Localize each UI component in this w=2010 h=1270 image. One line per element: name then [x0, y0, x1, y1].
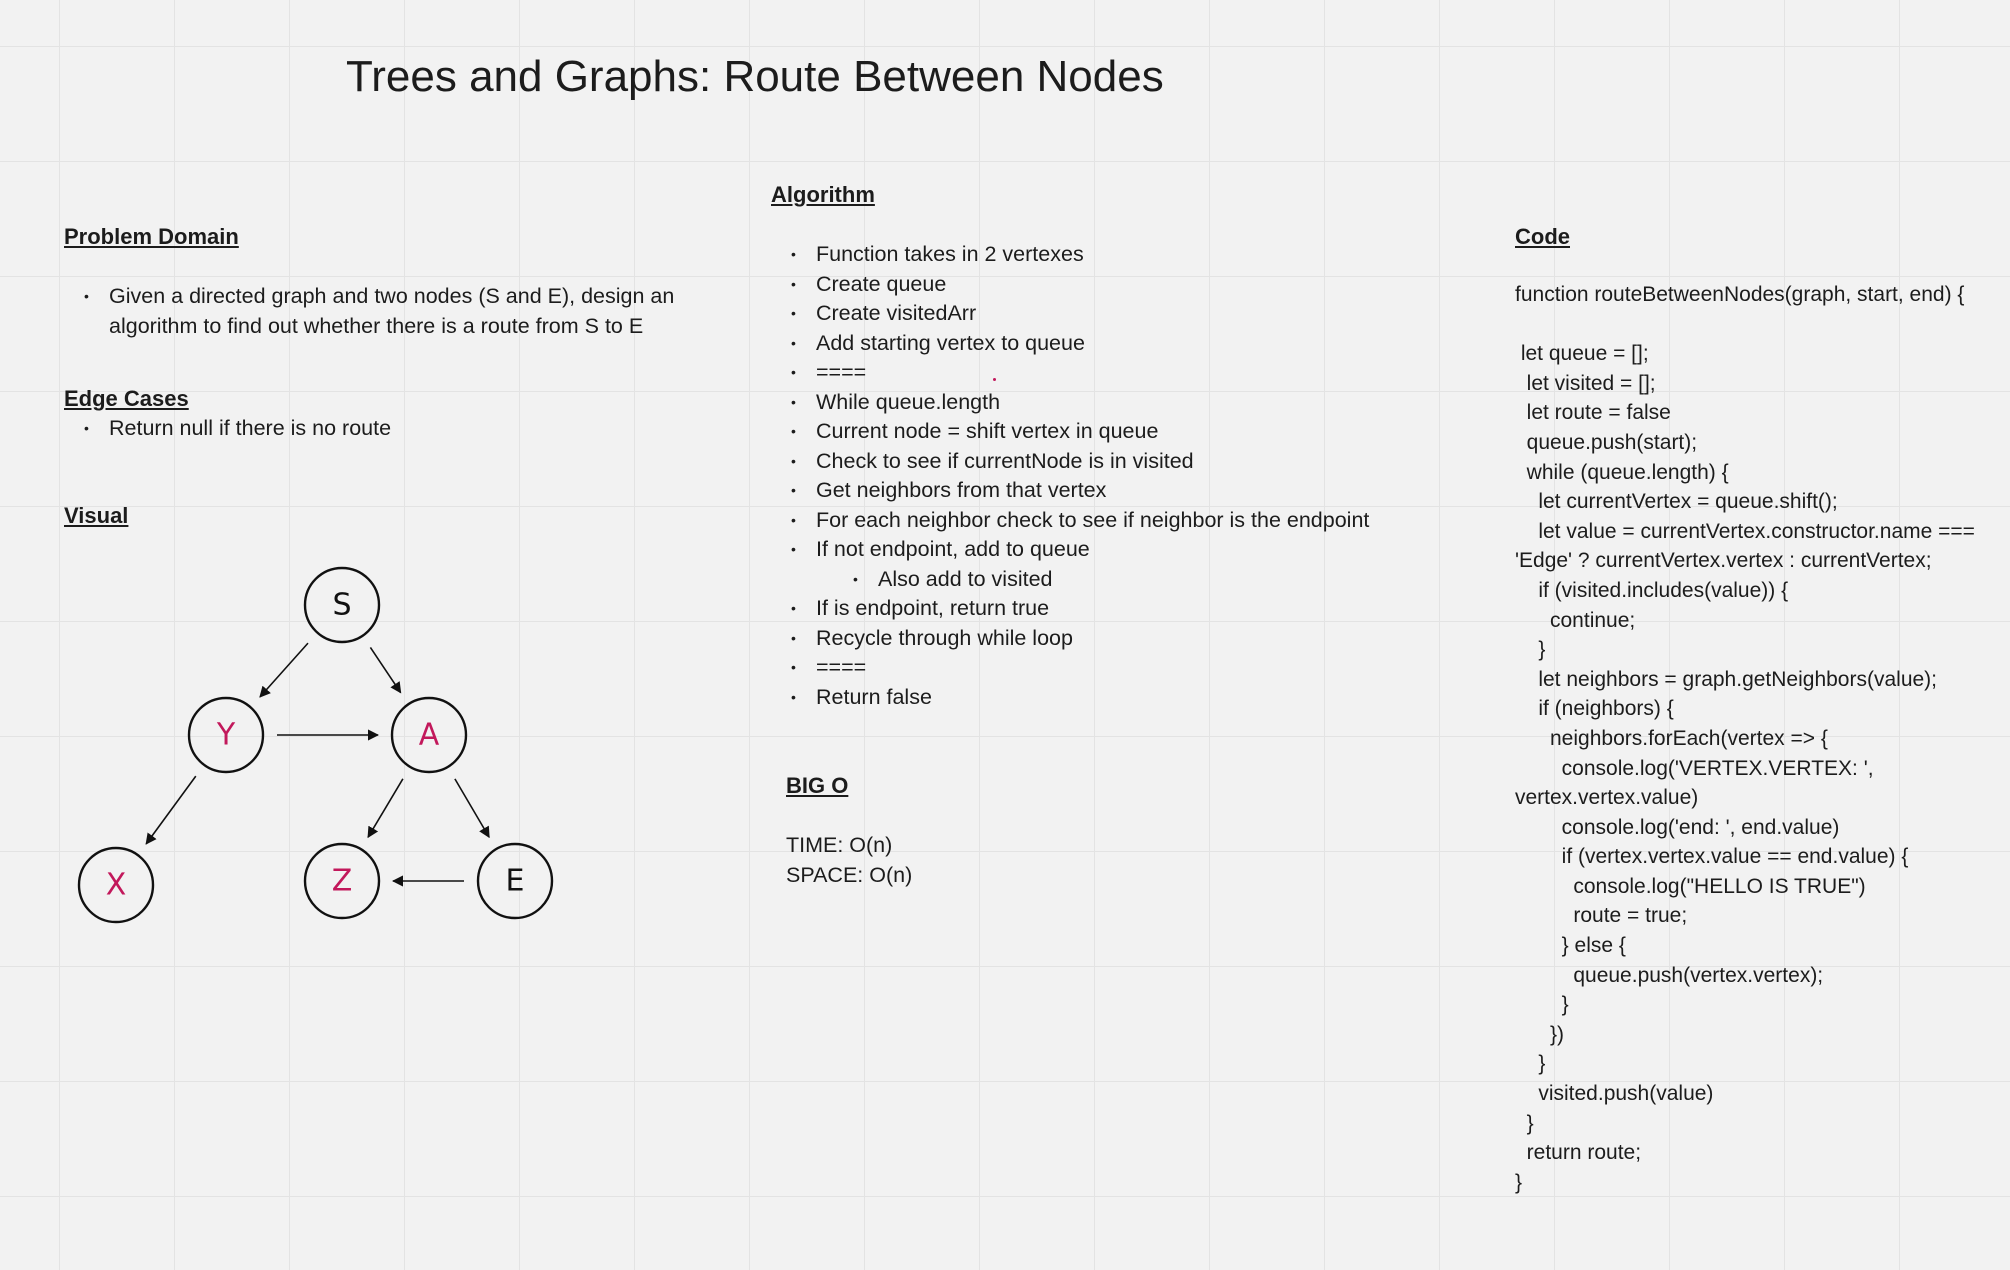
code-line: let value = currentVertex.constructor.na… — [1515, 519, 1975, 543]
node-label: Y — [216, 718, 236, 753]
code-line: if (neighbors) { — [1515, 697, 1674, 721]
code-line: let visited = []; — [1515, 371, 1656, 395]
algorithm-step: For each neighbor check to see if neighb… — [771, 506, 1369, 536]
node-label: X — [106, 868, 127, 903]
code-line: let route = false — [1515, 401, 1671, 425]
node-y: Y — [187, 696, 265, 774]
page-title: Trees and Graphs: Route Between Nodes — [346, 52, 1164, 101]
algorithm-step: Function takes in 2 vertexes — [771, 240, 1369, 270]
algorithm-heading: Algorithm — [771, 182, 875, 207]
node-label: E — [506, 864, 525, 899]
code-line: } — [1515, 1052, 1546, 1076]
node-s: S — [303, 566, 381, 644]
graph-visual: S Y A X Z E — [77, 566, 554, 924]
algorithm-step: ==== — [771, 653, 1369, 683]
node-label: Z — [332, 864, 353, 899]
algorithm-step: Get neighbors from that vertex — [771, 476, 1369, 506]
algorithm-step: Create queue — [771, 270, 1369, 300]
node-z: Z — [303, 842, 381, 920]
code-line: if (vertex.vertex.value == end.value) { — [1515, 845, 1909, 869]
graph-nodes: S Y A X Z E — [77, 566, 554, 924]
edge-a-to-z — [367, 778, 404, 839]
code-line: vertex.vertex.value) — [1515, 786, 1699, 810]
code-line: while (queue.length) { — [1515, 460, 1729, 484]
algorithm-step: Return false — [771, 683, 1369, 713]
algorithm-step: Add starting vertex to queue — [771, 329, 1369, 359]
code-line: let currentVertex = queue.shift(); — [1515, 490, 1838, 514]
code-line: console.log("HELLO IS TRUE") — [1515, 874, 1866, 898]
node-label: S — [332, 588, 351, 623]
code-heading: Code — [1515, 224, 1570, 249]
code-line: } — [1515, 1170, 1523, 1194]
code-line: visited.push(value) — [1515, 1082, 1714, 1106]
code-line: route = true; — [1515, 904, 1688, 928]
space-complexity: SPACE: O(n) — [786, 863, 913, 887]
code-line: console.log('end: ', end.value) — [1515, 815, 1840, 839]
code-line: } — [1515, 993, 1569, 1017]
code-line: 'Edge' ? currentVertex.vertex : currentV… — [1515, 549, 1932, 573]
edge-y-to-x — [145, 775, 197, 845]
edge-s-to-y — [259, 642, 309, 698]
problem-domain-list: Given a directed graph and two nodes (S … — [64, 282, 724, 341]
algorithm-step: Create visitedArr — [771, 299, 1369, 329]
stray-mark — [993, 378, 996, 381]
algorithm-substep: Also add to visited — [771, 565, 1369, 595]
problem-domain-item: Given a directed graph and two nodes (S … — [64, 282, 724, 341]
code-line: } — [1515, 1111, 1534, 1135]
code-line: let neighbors = graph.getNeighbors(value… — [1515, 667, 1937, 691]
edge-case-item: Return null if there is no route — [64, 414, 391, 444]
code-block: function routeBetweenNodes(graph, start,… — [1515, 280, 1975, 1197]
edge-s-to-a — [369, 646, 402, 694]
algorithm-step: Current node = shift vertex in queue — [771, 417, 1369, 447]
node-label: A — [419, 718, 440, 753]
algorithm-step: If is endpoint, return true — [771, 594, 1369, 624]
code-line: queue.push(vertex.vertex); — [1515, 963, 1824, 987]
code-line: } else { — [1515, 934, 1626, 958]
code-line: function routeBetweenNodes(graph, start,… — [1515, 283, 1965, 306]
algorithm-list: Function takes in 2 vertexes Create queu… — [771, 240, 1369, 712]
code-line: return route; — [1515, 1141, 1642, 1165]
code-line: console.log('VERTEX.VERTEX: ', — [1515, 756, 1874, 780]
algorithm-step: Recycle through while loop — [771, 624, 1369, 654]
code-line: continue; — [1515, 608, 1636, 632]
code-line: if (visited.includes(value)) { — [1515, 578, 1789, 602]
edge-cases-list: Return null if there is no route — [64, 414, 391, 444]
problem-domain-heading: Problem Domain — [64, 224, 239, 249]
node-x: X — [77, 846, 155, 924]
algorithm-step: If not endpoint, add to queue — [771, 535, 1369, 565]
algorithm-step: Check to see if currentNode is in visite… — [771, 447, 1369, 477]
edge-cases-heading: Edge Cases — [64, 386, 189, 411]
algorithm-step: While queue.length — [771, 388, 1369, 418]
edge-a-to-e — [454, 778, 490, 839]
node-a: A — [390, 696, 468, 774]
code-line: queue.push(start); — [1515, 430, 1698, 454]
algorithm-step: ==== — [771, 358, 1369, 388]
node-e: E — [476, 842, 554, 920]
code-line: let queue = []; — [1515, 342, 1649, 366]
graph-edges — [145, 642, 490, 887]
time-complexity: TIME: O(n) — [786, 833, 893, 857]
code-line: neighbors.forEach(vertex => { — [1515, 726, 1828, 750]
code-line: } — [1515, 638, 1546, 662]
big-o-heading: BIG O — [786, 773, 849, 798]
code-line: }) — [1515, 1022, 1565, 1046]
visual-heading: Visual — [64, 503, 129, 528]
